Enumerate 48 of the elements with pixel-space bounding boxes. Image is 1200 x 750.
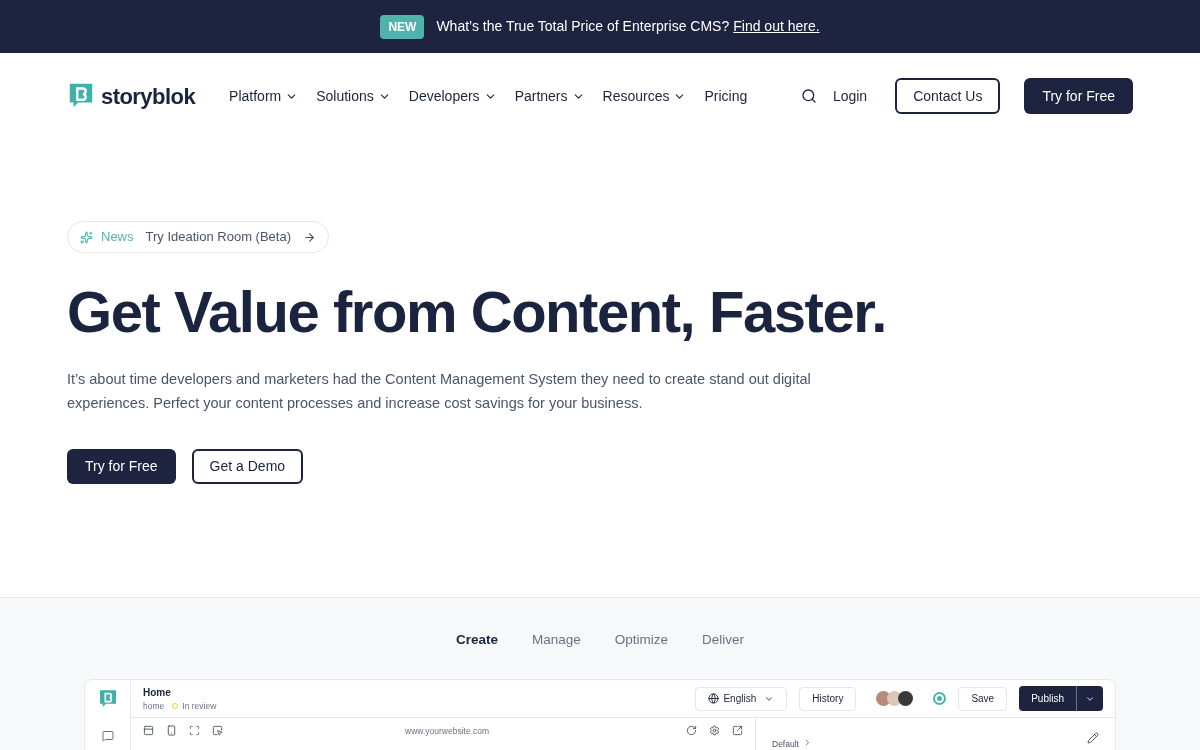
avatar: [898, 691, 914, 707]
hero-title: Get Value from Content, Faster.: [67, 283, 887, 341]
nav-item[interactable]: Resources: [602, 85, 687, 107]
find-out-link[interactable]: Find out here.: [733, 16, 820, 37]
panel-label: Default: [772, 738, 799, 750]
status-text: In review: [182, 699, 217, 713]
nav-item[interactable]: Solutions: [316, 85, 391, 107]
nav-item[interactable]: Pricing: [704, 85, 748, 107]
sparkle-icon: [80, 230, 93, 244]
announcement-text: What’s the True Total Price of Enterprise CMS?: [436, 17, 730, 36]
news-text: Try Ideation Room (Beta): [145, 228, 291, 247]
new-badge: NEW: [380, 14, 425, 39]
contact-button[interactable]: Contact Us: [895, 78, 1001, 114]
mobile-view-icon[interactable]: [166, 725, 177, 737]
story-slug: home: [143, 699, 165, 713]
try-free-button[interactable]: Try for Free: [67, 449, 176, 484]
search-icon[interactable]: [800, 88, 817, 104]
publish-button[interactable]: Publish: [1019, 686, 1077, 712]
nav-item[interactable]: Developers: [408, 85, 497, 107]
reload-icon[interactable]: [686, 725, 697, 737]
select-icon[interactable]: [212, 725, 223, 737]
desktop-view-icon[interactable]: [143, 725, 154, 737]
live-indicator-icon: [933, 692, 947, 706]
demo-button[interactable]: Get a Demo: [191, 449, 304, 484]
publish-button-group[interactable]: Publish: [1019, 686, 1103, 712]
language-select[interactable]: English: [695, 686, 788, 711]
logo-text: storyblok: [101, 82, 196, 111]
open-external-icon[interactable]: [732, 725, 743, 737]
save-button[interactable]: Save: [958, 686, 1008, 711]
try-free-button[interactable]: Try for Free: [1024, 78, 1133, 114]
feature-tab[interactable]: Manage: [531, 630, 581, 651]
edit-icon[interactable]: [1087, 732, 1099, 745]
comment-icon[interactable]: [101, 730, 114, 743]
login-link[interactable]: Login: [832, 85, 868, 107]
hero-subtitle: It’s about time developers and marketers had the Content Management System they need to create stand out digital experiences. Perfect your content processes and increase cost savings for your business.: [67, 370, 812, 413]
news-label: News: [101, 228, 134, 247]
nav-item[interactable]: Platform: [229, 85, 299, 107]
nav-item[interactable]: Partners: [514, 85, 585, 107]
feature-tab[interactable]: Deliver: [702, 630, 745, 651]
story-title: Home: [143, 685, 172, 700]
url-text: www.yourwebsite.com: [405, 725, 490, 738]
feature-tab[interactable]: Create: [455, 630, 498, 651]
history-button[interactable]: History: [799, 686, 857, 711]
globe-icon: [708, 693, 720, 705]
arrow-icon: [303, 230, 316, 244]
fullscreen-icon[interactable]: [189, 725, 200, 737]
settings-icon[interactable]: [709, 725, 720, 737]
feature-tab[interactable]: Optimize: [614, 630, 669, 651]
